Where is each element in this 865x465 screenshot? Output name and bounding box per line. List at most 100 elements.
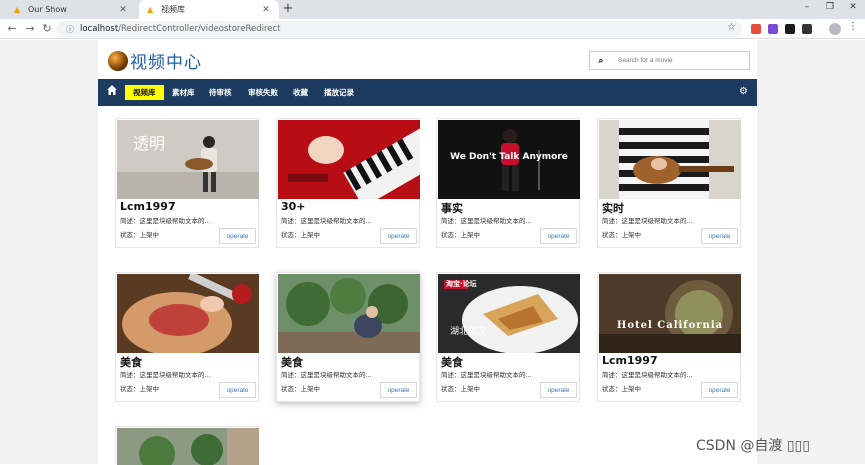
search-input[interactable] [618, 57, 748, 64]
profile-avatar[interactable] [829, 23, 841, 35]
video-status: 状态：上架中 [281, 385, 320, 393]
video-status: 状态：上架中 [602, 385, 641, 393]
video-card[interactable]: 实时 简述：这里是块级帮助文本的... 状态：上架中 operate [597, 118, 741, 248]
video-description: 简述：这里是块级帮助文本的... [281, 217, 372, 225]
video-card[interactable]: Hotel California Lcm1997 简述：这里是块级帮助文本的..… [597, 272, 741, 402]
favicon-icon: ▲ [147, 4, 154, 14]
video-thumbnail[interactable]: 淘宝·论坛 湖北武汉 [438, 274, 580, 353]
extension-icon[interactable] [802, 24, 812, 34]
thumbnail-overlay-text: 湖北武汉 [450, 327, 487, 337]
video-title: 实时 [602, 202, 624, 215]
tab-title: 视频库 [161, 5, 185, 14]
nav-item-review-failed[interactable]: 审核失败 [248, 86, 278, 100]
window-close-icon[interactable]: ✕ [846, 2, 860, 12]
video-title: 美食 [441, 356, 463, 369]
video-thumbnail[interactable]: We Don't Talk Anymore [438, 120, 580, 199]
gear-icon[interactable]: ⚙ [739, 86, 748, 97]
back-icon[interactable]: ← [6, 22, 18, 35]
video-title: Lcm1997 [120, 200, 176, 213]
browser-tabstrip: ▲ Our Show ✕ ▲ 视频库 ✕ + – ❐ ✕ [0, 0, 865, 19]
operate-button[interactable]: operate [540, 382, 577, 398]
url-field[interactable]: ⓘ localhost/RedirectController/videostor… [56, 21, 742, 37]
video-description: 简述：这里是块级帮助文本的... [120, 371, 211, 379]
minimize-icon[interactable]: – [800, 2, 814, 12]
site-header: 视频中心 ⌕ [98, 40, 757, 78]
nav-item-materials[interactable]: 素材库 [172, 86, 195, 100]
address-bar-row: ← → ↻ ⓘ localhost/RedirectController/vid… [0, 19, 865, 39]
thumbnail-overlay-text: We Don't Talk Anymore [450, 152, 568, 162]
watermark: CSDN @自渡 ▯▯▯ [696, 438, 810, 454]
nav-item-history[interactable]: 播放记录 [324, 86, 354, 100]
browser-tab-video-library[interactable]: ▲ 视频库 ✕ [139, 0, 279, 19]
video-thumbnail[interactable]: 透明 [117, 120, 259, 199]
close-icon[interactable]: ✕ [261, 5, 271, 15]
video-description: 简述：这里是块级帮助文本的... [602, 371, 693, 379]
favicon-icon: ▲ [14, 4, 21, 14]
operate-button[interactable]: operate [219, 382, 256, 398]
browser-menu-icon[interactable]: ⋮ [848, 21, 858, 32]
video-title: 30+ [281, 200, 306, 213]
browser-tab-our-show[interactable]: ▲ Our Show ✕ [6, 0, 136, 19]
nav-item-pending-review[interactable]: 待审核 [209, 86, 232, 100]
video-thumbnail[interactable] [117, 428, 259, 465]
video-description: 简述：这里是块级帮助文本的... [441, 371, 532, 379]
bookmark-star-icon[interactable]: ☆ [727, 22, 736, 33]
close-icon[interactable]: ✕ [118, 5, 128, 15]
video-card[interactable]: 美食 简述：这里是块级帮助文本的... 状态：上架中 operate [276, 272, 420, 402]
thumbnail-badge: 淘宝·论坛 [446, 280, 477, 288]
video-status: 状态：上架中 [120, 385, 159, 393]
tab-title: Our Show [28, 5, 67, 14]
forward-icon[interactable]: → [24, 22, 36, 35]
video-description: 简述：这里是块级帮助文本的... [281, 371, 372, 379]
video-status: 状态：上架中 [441, 231, 480, 239]
main-nav: 视频库 素材库 待审核 审核失败 收藏 播放记录 ⚙ [98, 79, 757, 106]
video-description: 简述：这里是块级帮助文本的... [120, 217, 211, 225]
video-description: 简述：这里是块级帮助文本的... [441, 217, 532, 225]
video-card[interactable]: 美食 简述：这里是块级帮助文本的... 状态：上架中 operate [115, 272, 259, 402]
video-status: 状态：上架中 [120, 231, 159, 239]
thumbnail-overlay-text: 透明 [133, 134, 166, 153]
video-title: 美食 [281, 356, 303, 369]
site-logo[interactable] [108, 51, 128, 71]
operate-button[interactable]: operate [540, 228, 577, 244]
video-thumbnail[interactable] [599, 120, 741, 199]
video-title: 美食 [120, 356, 142, 369]
video-thumbnail[interactable] [278, 120, 420, 199]
operate-button[interactable]: operate [219, 228, 256, 244]
extension-icon[interactable] [768, 24, 778, 34]
search-icon[interactable]: ⌕ [590, 56, 612, 66]
video-thumbnail[interactable] [117, 274, 259, 353]
site-title: 视频中心 [130, 53, 202, 73]
nav-item-video-library[interactable]: 视频库 [125, 85, 164, 100]
video-status: 状态：上架中 [441, 385, 480, 393]
video-card[interactable]: 透明 Lcm1997 简述：这里是块级帮助文本的... 状态：上架中 opera… [115, 118, 259, 248]
video-card[interactable]: 淘宝·论坛 湖北武汉 美食 简述：这里是块级帮助文本的... 状态：上架中 op… [436, 272, 580, 402]
operate-button[interactable]: operate [380, 228, 417, 244]
page-container: 视频中心 ⌕ 视频库 素材库 待审核 审核失败 收藏 播放记录 ⚙ [98, 40, 757, 465]
video-status: 状态：上架中 [602, 231, 641, 239]
video-thumbnail[interactable] [278, 274, 420, 353]
video-card[interactable]: 30+ 简述：这里是块级帮助文本的... 状态：上架中 operate [276, 118, 420, 248]
video-title: Lcm1997 [602, 354, 658, 367]
maximize-icon[interactable]: ❐ [823, 2, 837, 12]
video-thumbnail[interactable]: Hotel California [599, 274, 741, 353]
operate-button[interactable]: operate [701, 382, 738, 398]
video-status: 状态：上架中 [281, 231, 320, 239]
nav-item-favorites[interactable]: 收藏 [293, 86, 308, 100]
extension-icon[interactable] [751, 24, 761, 34]
reload-icon[interactable]: ↻ [41, 22, 53, 35]
search-box: ⌕ [589, 51, 750, 70]
thumbnail-overlay-text: Hotel California [616, 320, 724, 331]
video-card[interactable]: We Don't Talk Anymore 事实 简述：这里是块级帮助文本的..… [436, 118, 580, 248]
info-icon[interactable]: ⓘ [66, 24, 74, 35]
operate-button[interactable]: operate [701, 228, 738, 244]
video-card[interactable] [115, 426, 259, 465]
video-title: 事实 [441, 202, 463, 215]
video-description: 简述：这里是块级帮助文本的... [602, 217, 693, 225]
operate-button[interactable]: operate [380, 382, 417, 398]
new-tab-icon[interactable]: + [281, 1, 295, 16]
url-path: /RedirectController/videostoreRedirect [118, 24, 281, 34]
home-icon[interactable] [106, 84, 118, 98]
extension-icon[interactable] [785, 24, 795, 34]
url-host: localhost [80, 24, 119, 34]
